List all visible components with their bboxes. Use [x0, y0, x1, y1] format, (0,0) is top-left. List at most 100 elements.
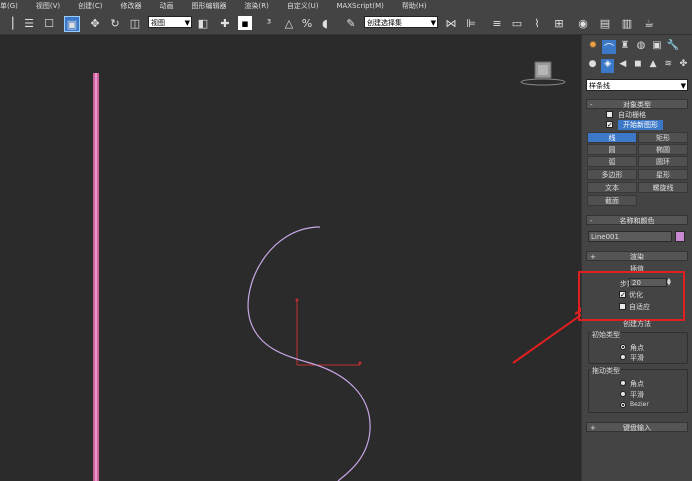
rectangle-select-icon[interactable]: ☐	[42, 16, 56, 30]
drag-bezier-label: Bezier	[630, 401, 649, 408]
edit-named-selection-icon[interactable]: ✎	[344, 16, 358, 30]
cameras-icon[interactable]: ◼	[631, 59, 644, 73]
motion-tab-icon[interactable]: ◍	[634, 40, 648, 54]
shapes-icon[interactable]: ◈	[601, 59, 615, 73]
helpers-icon[interactable]: ▲	[647, 59, 660, 73]
initial-smooth-radio[interactable]	[620, 354, 626, 360]
rotate-icon[interactable]: ↻	[108, 16, 122, 30]
menu-group[interactable]: 单(G)	[0, 1, 18, 11]
auto-grid-label: 自动栅格	[618, 111, 646, 119]
rendering-rollout-header[interactable]: + 渲染	[586, 251, 688, 261]
display-tab-icon[interactable]: ▣	[650, 40, 664, 54]
create-tab-icon[interactable]: ✹	[586, 40, 600, 54]
circle-button[interactable]: 圆	[587, 144, 637, 155]
curve-editor-icon[interactable]: ⌇	[530, 16, 544, 30]
viewcube-icon[interactable]	[520, 61, 566, 86]
create-subtabs: ● ◈ ◀ ◼ ▲ ≋ ✤	[586, 59, 690, 73]
menu-graph-editors[interactable]: 图形编辑器	[192, 1, 227, 11]
drag-smooth-radio[interactable]	[620, 391, 626, 397]
scale-icon[interactable]: ◫	[128, 16, 142, 30]
angle-snap-icon[interactable]: △	[282, 16, 296, 30]
percent-snap-icon[interactable]: %	[300, 16, 314, 30]
named-selection-set-dropdown[interactable]: 创建选择集 ▼	[364, 16, 438, 28]
rectangle-button[interactable]: 矩形	[638, 132, 688, 143]
window-crossing-icon[interactable]: ▣	[64, 16, 80, 32]
systems-icon[interactable]: ✤	[677, 59, 690, 73]
ellipse-button[interactable]: 椭圆	[638, 144, 688, 155]
undo-icon[interactable]: ▕	[2, 16, 16, 30]
rendered-frame-icon[interactable]: ▥	[620, 16, 634, 30]
render-setup-icon[interactable]: ▤	[598, 16, 612, 30]
ribbon-icon[interactable]: ▭	[510, 16, 524, 30]
auto-grid-checkbox[interactable]	[606, 111, 613, 118]
object-type-rollout-header[interactable]: - 对象类型	[586, 99, 688, 109]
mirror-icon[interactable]: ⋈	[444, 16, 458, 30]
lights-icon[interactable]: ◀	[616, 59, 629, 73]
drag-corner-radio[interactable]	[620, 380, 626, 386]
ngon-button[interactable]: 多边形	[587, 169, 637, 180]
render-icon[interactable]: ☕	[642, 16, 656, 30]
object-name-field[interactable]: Line001	[588, 231, 672, 242]
drag-bezier-radio[interactable]	[620, 402, 626, 408]
main-toolbar: ▕ ☰ ☐ ▣ ✥ ↻ ◫ 视图 ▼ ◧ ✚ ▪ ³ △ % ◖ ✎ 创建选择集 ▼…	[0, 12, 692, 35]
layer-manager-icon[interactable]: ≡	[490, 16, 504, 30]
viewport-canvas	[93, 61, 581, 481]
start-new-shape-checkbox[interactable]: ✓	[606, 121, 613, 129]
donut-button[interactable]: 圆环	[638, 156, 688, 167]
command-panel-tabs: ✹ ⌒ ♜ ◍ ▣ 🔧	[586, 40, 690, 55]
menu-bar: 单(G) 视图(V) 创建(C) 修改器 动画 图形编辑器 渲染(R) 自定义(…	[0, 0, 692, 12]
pivot-icon[interactable]: ◧	[196, 16, 210, 30]
menu-customize[interactable]: 自定义(U)	[287, 1, 319, 11]
line-button[interactable]: 线	[587, 132, 637, 143]
select-manipulate-icon[interactable]: ✚	[218, 16, 232, 30]
initial-corner-label: 角点	[630, 344, 644, 352]
section-button[interactable]: 截面	[587, 195, 637, 206]
select-by-name-icon[interactable]: ☰	[22, 16, 36, 30]
category-dropdown[interactable]: 样条线 ▼	[586, 79, 688, 91]
chevron-down-icon: ▼	[430, 19, 436, 27]
helix-button[interactable]: 螺旋线	[638, 182, 688, 193]
command-panel: ✹ ⌒ ♜ ◍ ▣ 🔧 ● ◈ ◀ ◼ ▲ ≋ ✤ 样条线 ▼ - 对象类型 自动栅…	[578, 35, 692, 481]
spline-line001[interactable]	[247, 226, 371, 481]
perspective-viewport[interactable]	[0, 35, 581, 481]
modify-tab-icon[interactable]: ⌒	[602, 40, 616, 55]
star-button[interactable]: 星形	[638, 169, 688, 180]
start-new-shape-button[interactable]: 开始新图形	[618, 120, 663, 130]
gizmo-vertex	[295, 298, 299, 302]
align-icon[interactable]: ⊫	[464, 16, 478, 30]
hierarchy-tab-icon[interactable]: ♜	[618, 40, 632, 54]
spinner-snap-icon[interactable]: ◖	[318, 16, 332, 30]
spacewarps-icon[interactable]: ≋	[662, 59, 675, 73]
gizmo-vertex	[358, 361, 362, 365]
menu-maxscript[interactable]: MAXScript(M)	[336, 2, 383, 10]
initial-corner-radio[interactable]	[620, 344, 626, 350]
geometry-icon[interactable]: ●	[586, 59, 599, 73]
annotation-arrow-shaft	[512, 313, 581, 364]
initial-smooth-label: 平滑	[630, 354, 644, 362]
drag-smooth-label: 平滑	[630, 391, 644, 399]
menu-create[interactable]: 创建(C)	[78, 1, 102, 11]
menu-rendering[interactable]: 渲染(R)	[245, 1, 269, 11]
creation-method-rollout-header[interactable]: 创建方法	[586, 319, 688, 329]
pink-line-highlight	[95, 73, 97, 481]
menu-view[interactable]: 视图(V)	[36, 1, 60, 11]
menu-animation[interactable]: 动画	[160, 1, 174, 11]
schematic-view-icon[interactable]: ⊞	[552, 16, 566, 30]
chevron-down-icon: ▼	[184, 19, 190, 27]
material-editor-icon[interactable]: ◉	[576, 16, 590, 30]
text-button[interactable]: 文本	[587, 182, 637, 193]
snap-toggle-icon[interactable]: ³	[262, 16, 276, 30]
menu-help[interactable]: 帮助(H)	[402, 1, 427, 11]
keyboard-entry-rollout-header[interactable]: + 键盘输入	[586, 422, 688, 432]
object-color-swatch[interactable]	[675, 231, 685, 242]
keyboard-shortcut-icon[interactable]: ▪	[238, 16, 252, 30]
menu-modifiers[interactable]: 修改器	[121, 1, 142, 11]
initial-type-label: 初始类型	[591, 330, 621, 340]
utilities-tab-icon[interactable]: 🔧	[666, 40, 680, 54]
name-color-rollout-header[interactable]: - 名称和颜色	[586, 215, 688, 225]
arc-button[interactable]: 弧	[587, 156, 637, 167]
chevron-down-icon: ▼	[680, 82, 686, 90]
move-icon[interactable]: ✥	[88, 16, 102, 30]
reference-coordinate-dropdown[interactable]: 视图 ▼	[148, 16, 192, 28]
drag-type-label: 拖动类型	[591, 366, 621, 376]
